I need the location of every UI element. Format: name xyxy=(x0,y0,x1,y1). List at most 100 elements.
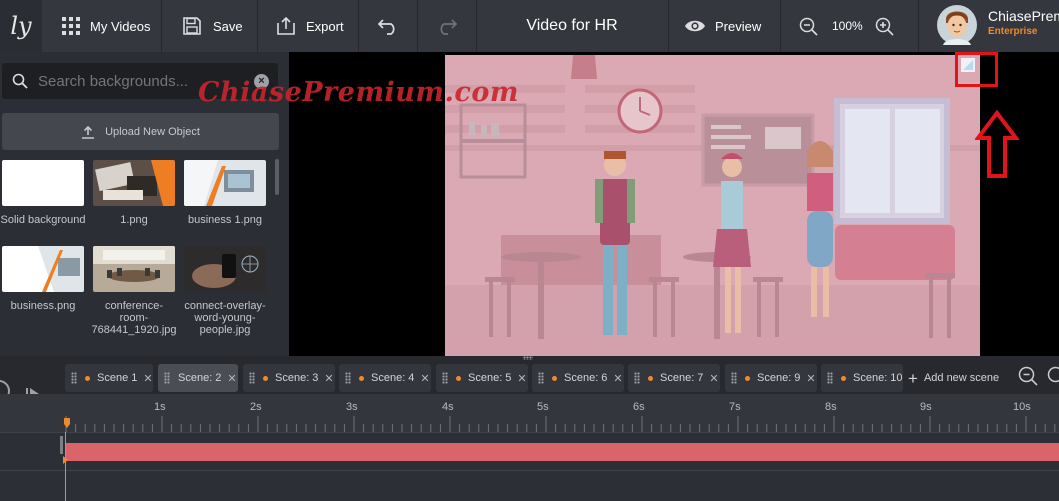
resize-handle[interactable] xyxy=(523,356,533,360)
user-name[interactable]: ChiasePrem xyxy=(988,8,1059,24)
scene-label: Scene: 3 xyxy=(275,372,319,384)
scene-label: Scene 1 xyxy=(97,372,138,384)
ruler-label: 2s xyxy=(250,401,262,413)
background-label: 1.png xyxy=(120,214,148,226)
annotation-up-arrow-icon xyxy=(975,110,1019,178)
drag-handle-icon[interactable] xyxy=(164,372,170,384)
scene-duration-bar[interactable] xyxy=(66,443,1059,461)
label-line: connect-overlay- xyxy=(184,300,266,312)
timeline-zoom-in-icon[interactable] xyxy=(1047,366,1059,386)
user-avatar[interactable] xyxy=(937,5,977,50)
my-videos-label: My Videos xyxy=(90,18,151,34)
drag-handle-icon[interactable] xyxy=(731,372,737,384)
label-line: room- xyxy=(119,312,149,324)
export-label: Export xyxy=(306,18,344,34)
annotation-highlight-box xyxy=(955,52,998,87)
track-resize-handle[interactable] xyxy=(60,436,63,454)
background-thumb-business1[interactable] xyxy=(184,160,266,206)
zoom-in-icon xyxy=(875,17,894,36)
background-label-multiline: conference- room- 768441_1920.jpg xyxy=(89,300,179,336)
app-logo[interactable]: ly xyxy=(0,0,42,52)
label-line: 768441_1920.jpg xyxy=(91,324,177,336)
logo-text: ly xyxy=(10,12,32,40)
background-thumb-conference-room[interactable] xyxy=(93,246,175,292)
undo-icon xyxy=(377,19,395,35)
drag-handle-icon[interactable] xyxy=(827,372,833,384)
redo-button[interactable] xyxy=(436,0,458,52)
track-divider xyxy=(0,470,1059,471)
zoom-out-icon xyxy=(799,17,818,36)
scene-status-dot xyxy=(263,375,268,381)
drag-handle-icon[interactable] xyxy=(345,372,351,384)
watermark-text: ChiasePremium.com xyxy=(198,77,519,108)
close-scene-icon[interactable]: ✕ xyxy=(806,372,815,385)
scene-tab-active[interactable]: Scene: 2 ✕ xyxy=(158,364,238,392)
scene-status-dot xyxy=(841,375,846,381)
close-scene-icon[interactable]: ✕ xyxy=(143,372,152,385)
scene-status-dot xyxy=(648,375,653,381)
office-scene-illustration xyxy=(445,55,980,356)
save-button[interactable]: Save xyxy=(182,0,243,52)
top-toolbar: ly My Videos Save Export Video for HR Pr… xyxy=(0,0,1059,52)
ruler-label: 6s xyxy=(633,401,645,413)
scene-tab[interactable]: Scene: 6 ✕ xyxy=(532,364,624,392)
background-thumb-1png[interactable] xyxy=(93,160,175,206)
ruler-label: 7s xyxy=(729,401,741,413)
upload-object-button[interactable]: Upload New Object xyxy=(2,113,279,150)
thumb-image-laptop-desk xyxy=(93,160,175,206)
close-scene-icon[interactable]: ✕ xyxy=(613,372,622,385)
background-label-multiline: connect-overlay- word-young- people.jpg xyxy=(180,300,270,336)
export-button[interactable]: Export xyxy=(276,0,344,52)
close-scene-icon[interactable]: ✕ xyxy=(517,372,526,385)
ruler-label: 9s xyxy=(920,401,932,413)
close-scene-icon[interactable]: ✕ xyxy=(227,372,236,385)
playhead-line xyxy=(65,432,66,501)
drag-handle-icon[interactable] xyxy=(538,372,544,384)
thumb-image-conference xyxy=(93,246,175,292)
undo-button[interactable] xyxy=(377,0,399,52)
scene-tab[interactable]: Scene: 3 ✕ xyxy=(243,364,335,392)
scene-tab[interactable]: Scene: 4 ✕ xyxy=(339,364,431,392)
close-scene-icon[interactable]: ✕ xyxy=(324,372,333,385)
scene-label: Scene: 6 xyxy=(564,372,608,384)
thumb-image-business-png xyxy=(2,246,84,292)
scene-status-dot xyxy=(85,375,90,381)
preview-button[interactable]: Preview xyxy=(684,0,761,52)
scene-tab[interactable]: Scene 1 ✕ xyxy=(65,364,153,392)
background-thumb-solid[interactable] xyxy=(2,160,84,206)
scene-tab[interactable]: Scene: 9 ✕ xyxy=(725,364,817,392)
zoom-out-button[interactable] xyxy=(799,0,818,52)
upload-icon xyxy=(82,125,95,139)
drag-handle-icon[interactable] xyxy=(634,372,640,384)
close-scene-icon[interactable]: ✕ xyxy=(709,372,718,385)
drag-handle-icon[interactable] xyxy=(249,372,255,384)
sidebar-scrollbar[interactable] xyxy=(275,159,279,195)
add-scene-button[interactable]: + Add new scene xyxy=(904,364,1004,392)
scene-canvas[interactable] xyxy=(445,55,980,356)
my-videos-button[interactable]: My Videos xyxy=(62,0,150,52)
timeline-ruler[interactable]: 1s 2s 3s 4s 5s 6s 7s 8s 9s 10s xyxy=(0,394,1059,432)
toolbar-divider xyxy=(417,0,418,52)
eye-icon xyxy=(685,20,705,32)
zoom-in-button[interactable] xyxy=(875,0,894,52)
drag-handle-icon[interactable] xyxy=(442,372,448,384)
drag-handle-icon[interactable] xyxy=(71,372,77,384)
background-thumb-connect-overlay[interactable] xyxy=(184,246,266,292)
scene-tab[interactable]: Scene: 10 xyxy=(821,364,903,392)
close-scene-icon[interactable]: ✕ xyxy=(420,372,429,385)
scene-label: Scene: 5 xyxy=(468,372,512,384)
background-thumb-business[interactable] xyxy=(2,246,84,292)
toolbar-divider xyxy=(780,0,781,52)
scene-tab[interactable]: Scene: 5 ✕ xyxy=(436,364,528,392)
thumb-image-hands-phone xyxy=(184,246,266,292)
timeline-zoom-out-icon[interactable] xyxy=(1018,366,1038,386)
toolbar-divider xyxy=(358,0,359,52)
scene-label: Scene: 2 xyxy=(178,372,222,384)
avatar-image xyxy=(937,5,977,45)
background-label: Solid background xyxy=(0,214,86,226)
video-title[interactable]: Video for HR xyxy=(476,0,668,52)
scene-tab[interactable]: Scene: 7 ✕ xyxy=(628,364,720,392)
plus-icon: + xyxy=(908,368,918,388)
ruler-label: 8s xyxy=(825,401,837,413)
toolbar-divider xyxy=(257,0,258,52)
